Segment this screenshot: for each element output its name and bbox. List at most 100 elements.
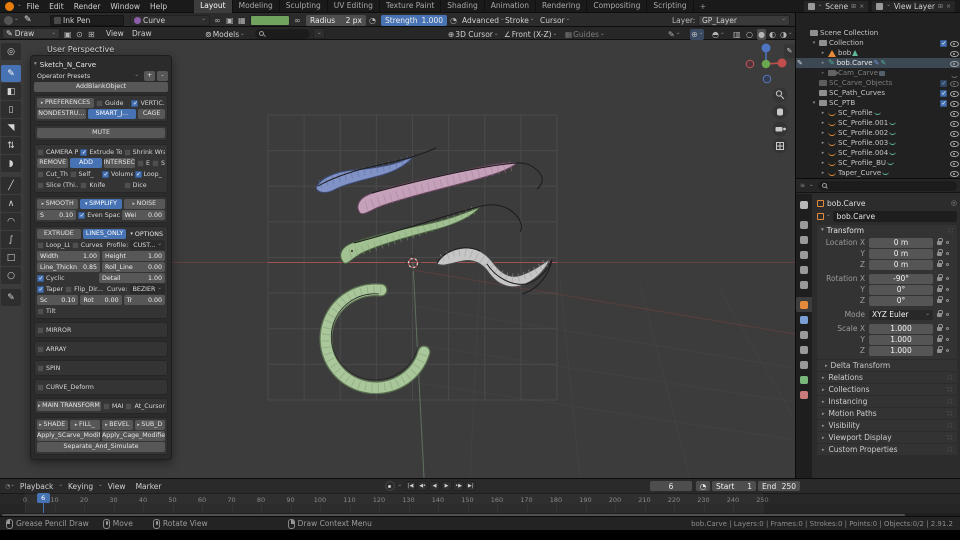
workspace-tab-animation[interactable]: Animation (485, 0, 537, 13)
current-frame-field[interactable]: 6 (650, 481, 692, 491)
section-visibility[interactable]: Visibility ∷ (817, 420, 957, 431)
radius-pressure-icon[interactable]: ◔ (369, 15, 376, 26)
loop-checkbox[interactable]: Loop_ (134, 170, 166, 178)
tool-draw-button[interactable]: ✎ (1, 65, 21, 82)
outliner-item-sc-profile[interactable]: ▸ SC_Profile (796, 108, 960, 118)
strength-pressure-icon[interactable]: ◔ (450, 15, 457, 26)
viewport-nav-buttons[interactable] (772, 87, 788, 154)
view-menu[interactable]: View (102, 27, 128, 40)
mirror-checkbox[interactable]: MIRROR (37, 326, 165, 334)
expand-caret-icon[interactable]: ▸ (819, 120, 827, 126)
prev-keyframe-button[interactable]: ◀• (417, 481, 429, 491)
viewport-search[interactable] (255, 28, 310, 39)
outliner-item-sc-profile-002[interactable]: ▸ SC_Profile.002 (796, 128, 960, 138)
timeline-menu-marker[interactable]: Marker (131, 482, 167, 491)
tool-arc-button[interactable]: ◠ (1, 213, 21, 230)
transform-value-field[interactable]: 1.000 (869, 345, 933, 356)
frame-end-field[interactable]: End 250 (758, 481, 800, 491)
workspace-tab-rendering[interactable]: Rendering (536, 0, 588, 13)
shade-button[interactable]: SHADE (37, 420, 68, 430)
workspace-tab-scripting[interactable]: Scripting (647, 0, 694, 13)
expand-caret-icon[interactable]: ▸ (819, 50, 827, 56)
visibility-eye-icon[interactable] (949, 59, 959, 68)
apply-cage-modifiers-button[interactable]: Apply_Cage_Modifiers (102, 431, 165, 441)
apply-scarve-modifiers-button[interactable]: Apply_SCarve_Modifiers (37, 431, 100, 441)
brush-name-field[interactable]: Ink Pen (50, 14, 124, 26)
gp-layer-dropdown[interactable]: GP_Layer ⌄ (698, 14, 790, 26)
overlays-toggle-icon[interactable]: ◓ ⌄ (712, 29, 725, 40)
lock-icon[interactable] (937, 345, 943, 353)
visibility-eye-icon[interactable] (949, 159, 959, 168)
nondestructive-button[interactable]: NONDESTRU... (37, 109, 86, 119)
transform-value-field[interactable]: -90° (869, 273, 933, 284)
extrude-button[interactable]: EXTRUDE (37, 229, 81, 239)
animate-dot-icon[interactable] (946, 241, 949, 244)
subd-button[interactable]: SUB_D (134, 420, 165, 430)
simplify-button[interactable]: SIMPLIFY (80, 199, 122, 209)
expand-caret-icon[interactable]: ▸ (819, 60, 827, 66)
outliner-item-sc-profile-bu[interactable]: ▸ SC_Profile_BU (796, 158, 960, 168)
properties-tab-scene[interactable] (796, 262, 812, 277)
lines-only-button[interactable]: LINES_ONLY (82, 229, 127, 239)
taper-rotation-slider[interactable]: Rot 0.00 (80, 295, 122, 305)
width-slider[interactable]: Width 1.00 (37, 251, 100, 261)
s-checkbox[interactable]: S (152, 159, 165, 167)
camera-p-checkbox[interactable]: CAMERA P... (37, 148, 78, 156)
object-name-field[interactable]: bob.Carve (832, 210, 957, 222)
outliner-item-scene-collection[interactable]: Scene Collection (796, 28, 960, 38)
volume-checkbox[interactable]: Volume (102, 170, 133, 178)
menu-window[interactable]: Window (105, 2, 145, 11)
animate-dot-icon[interactable] (946, 327, 949, 330)
expand-caret-icon[interactable]: ▸ (819, 110, 827, 116)
array-checkbox[interactable]: ARRAY (37, 345, 165, 353)
shading-rendered-icon[interactable]: ◑ ⌄ (780, 29, 793, 40)
mode-dropdown[interactable]: ✎ Draw ⌄ (2, 28, 60, 39)
outliner-item-bob-carve[interactable]: ✎ ▸ ✎ bob.Carve ✎ ✎ (796, 58, 960, 68)
preferences-button[interactable]: PREFERENCES (37, 98, 94, 108)
cursor-dropdown[interactable]: Cursor ⌄ (540, 15, 570, 26)
tilt-checkbox[interactable]: Tilt (37, 307, 165, 315)
loop-ll-checkbox[interactable]: Loop_LL... (37, 241, 70, 249)
multiframe-icon[interactable]: ⊞ (88, 29, 95, 40)
section-relations[interactable]: Relations ∷ (817, 372, 957, 383)
outliner-item-taper-curve[interactable]: ▸ Taper_Curve (796, 168, 960, 178)
lock-icon[interactable] (937, 309, 943, 317)
expand-caret-icon[interactable]: ▾ (810, 100, 818, 106)
menu-file[interactable]: File (22, 2, 45, 11)
menu-edit[interactable]: Edit (44, 2, 69, 11)
pin-icon[interactable]: ◎ (951, 199, 957, 207)
visibility-eye-icon[interactable] (949, 129, 959, 138)
tool-curve-button[interactable]: ∫ (1, 231, 21, 248)
panel-header[interactable]: ▾ Sketch_N_Carve (34, 59, 168, 70)
line-thickness-slider[interactable]: Line_Thickn 0.85 (37, 262, 100, 272)
transform-value-field[interactable]: 1.000 (869, 323, 933, 334)
tool-cursor-button[interactable]: ◎ (1, 43, 21, 60)
visibility-eye-icon[interactable] (949, 169, 959, 178)
animate-dot-icon[interactable] (946, 288, 949, 291)
visibility-eye-icon[interactable] (949, 149, 959, 158)
playhead-flag[interactable]: 6 (36, 493, 50, 503)
operator-presets-dropdown[interactable]: Operator Presets ⌄ (34, 71, 142, 81)
vertex-color-mode-icon[interactable]: ▦ (238, 15, 246, 26)
stroke-object-gray[interactable] (436, 247, 553, 295)
workspace-tab-layout[interactable]: Layout (194, 0, 233, 13)
new-view-layer-icon[interactable]: ⊞ (938, 3, 943, 10)
vertex-color-swatch[interactable] (250, 14, 290, 26)
taper-checkbox[interactable]: Taper (37, 285, 63, 293)
visibility-eye-icon[interactable] (949, 139, 959, 148)
auto-keyframe-button[interactable] (384, 481, 395, 491)
taper-scale-slider[interactable]: Sc 0.10 (37, 295, 79, 305)
outliner-item-collection[interactable]: ▾ Collection (796, 38, 960, 48)
outliner-item-sc-profile-003[interactable]: ▸ SC_Profile.003 (796, 138, 960, 148)
lock-icon[interactable] (937, 284, 943, 292)
next-keyframe-button[interactable]: •▶ (453, 481, 465, 491)
bevel-button[interactable]: BEVEL (102, 420, 133, 430)
spin-checkbox[interactable]: SPIN (37, 364, 165, 372)
pivot-dropdown[interactable]: ⊕ 3D Cursor ⌄ (448, 29, 499, 40)
weight-slider[interactable]: Wei 0.00 (121, 210, 165, 220)
properties-tab-render[interactable] (796, 217, 812, 232)
section-motion-paths[interactable]: Motion Paths ∷ (817, 408, 957, 419)
expand-caret-icon[interactable]: ▸ (819, 150, 827, 156)
shading-material-icon[interactable]: ◐ (769, 29, 776, 40)
visibility-eye-icon[interactable] (949, 49, 959, 58)
